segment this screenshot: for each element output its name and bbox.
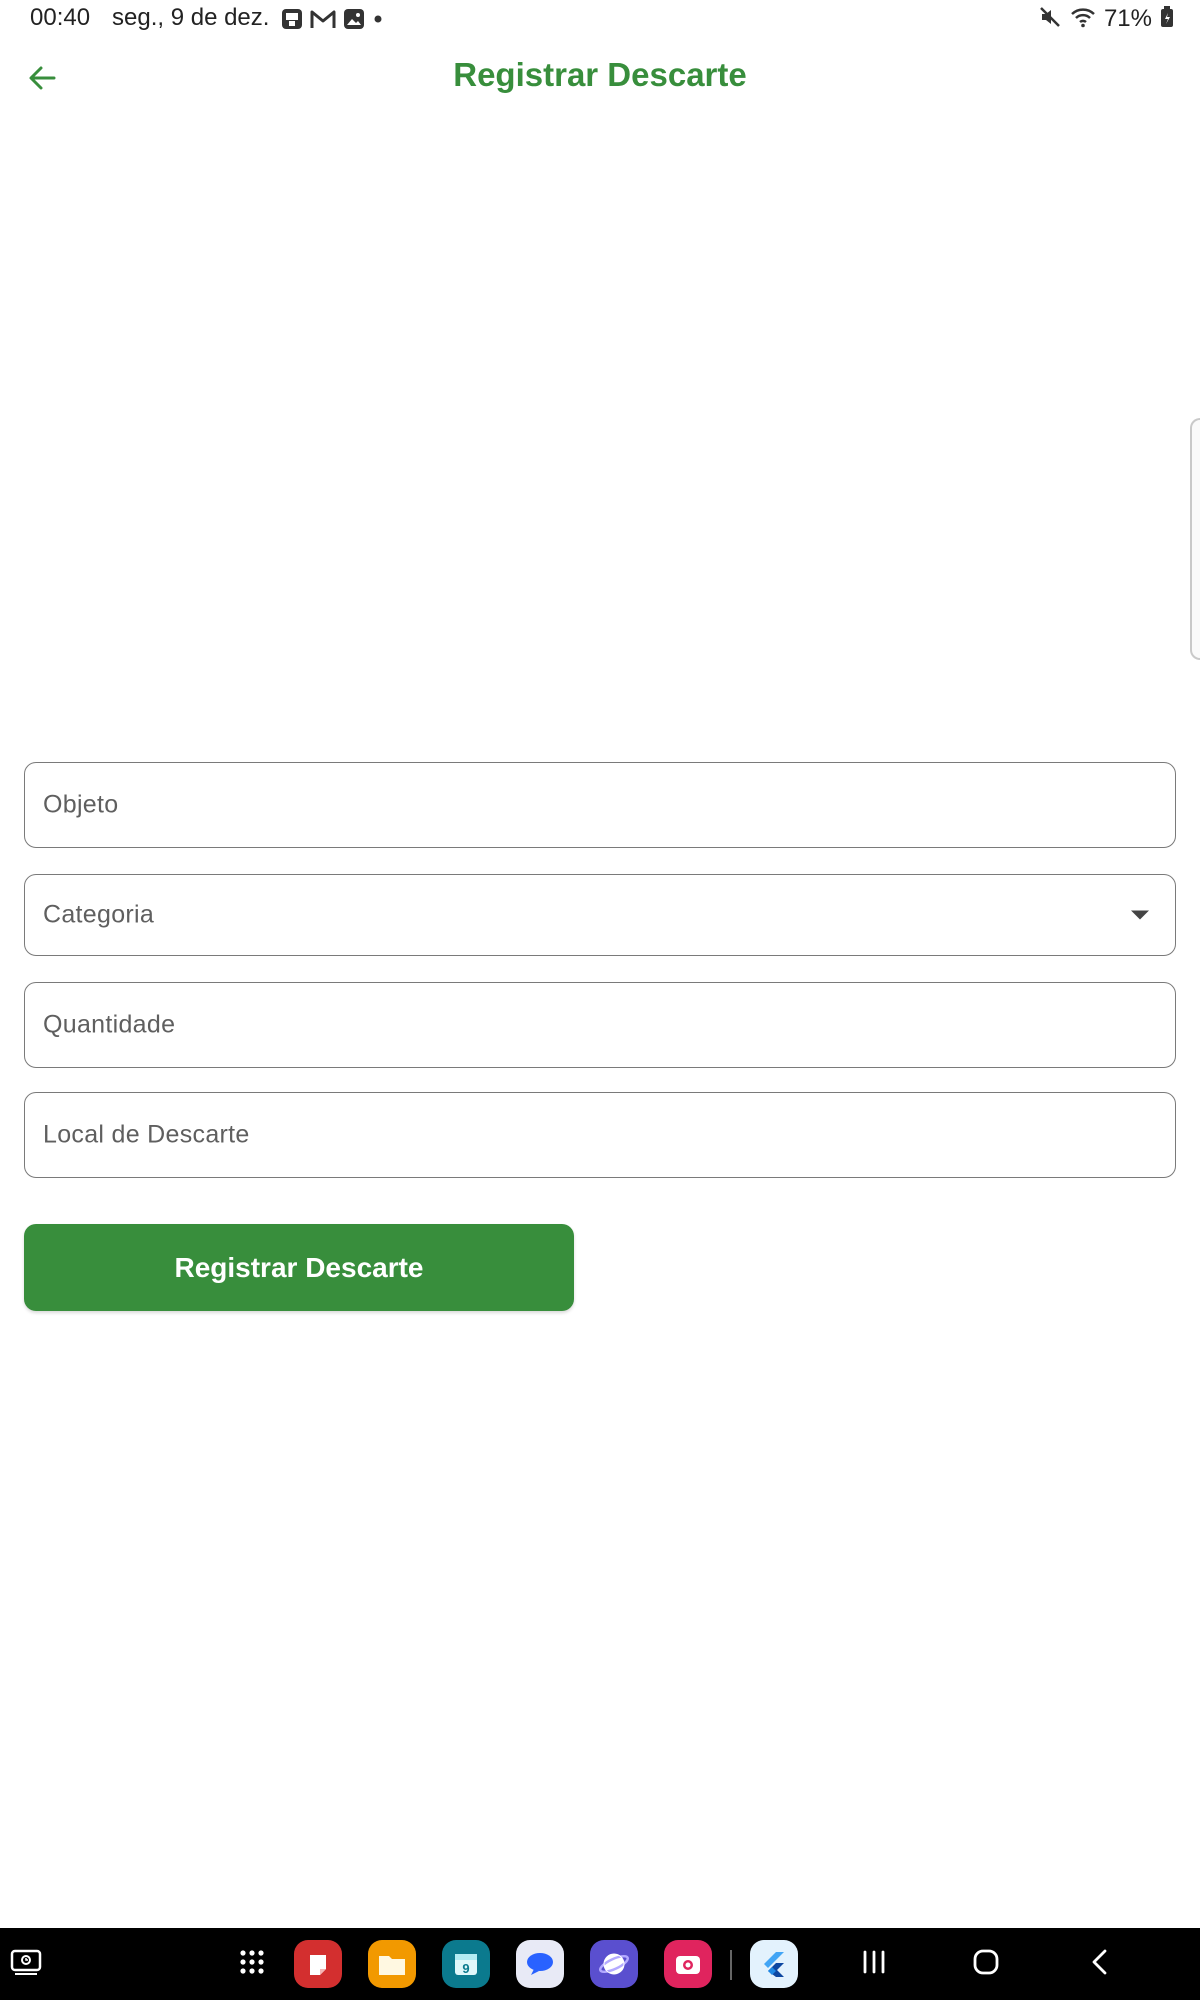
battery-icon bbox=[1160, 5, 1174, 33]
wifi-icon bbox=[1070, 6, 1096, 33]
flutter-app-button[interactable] bbox=[750, 1940, 798, 1988]
nav-divider bbox=[730, 1950, 732, 1980]
notification-icons bbox=[280, 6, 384, 32]
local-descarte-placeholder: Local de Descarte bbox=[43, 1120, 250, 1149]
messages-app-button[interactable] bbox=[516, 1940, 564, 1988]
messages-app-icon bbox=[516, 1940, 564, 1988]
registrar-descarte-button[interactable]: Registrar Descarte bbox=[24, 1224, 574, 1311]
calendar-app-button[interactable]: 9 bbox=[442, 1940, 490, 1988]
files-app-button[interactable] bbox=[368, 1940, 416, 1988]
chevron-left-icon bbox=[1088, 1948, 1112, 1981]
more-dot-icon bbox=[372, 13, 384, 25]
status-bar: 00:40 seg., 9 de dez. 71% bbox=[0, 0, 1200, 40]
camera-app-button[interactable] bbox=[664, 1940, 712, 1988]
status-time: 00:40 bbox=[30, 4, 91, 31]
photo-store-icon bbox=[280, 7, 304, 31]
svg-text:9: 9 bbox=[462, 1961, 469, 1976]
flutter-app-icon bbox=[750, 1940, 798, 1988]
mute-icon bbox=[1038, 5, 1062, 34]
screen-capture-icon bbox=[10, 1948, 42, 1981]
camera-app-icon bbox=[664, 1940, 712, 1988]
app-drawer-icon bbox=[237, 1947, 267, 1982]
calendar-app-icon: 9 bbox=[442, 1940, 490, 1988]
quantidade-placeholder: Quantidade bbox=[43, 1010, 176, 1039]
files-app-icon bbox=[368, 1940, 416, 1988]
quantidade-field[interactable]: Quantidade bbox=[24, 982, 1176, 1068]
categoria-placeholder: Categoria bbox=[43, 900, 155, 929]
system-status: 71% bbox=[1038, 4, 1174, 34]
internet-app-icon bbox=[590, 1940, 638, 1988]
gmail-icon bbox=[310, 8, 336, 30]
system-back-button[interactable] bbox=[1076, 1940, 1124, 1988]
categoria-dropdown[interactable]: Categoria bbox=[24, 874, 1176, 956]
local-descarte-field[interactable]: Local de Descarte bbox=[24, 1092, 1176, 1178]
recents-button[interactable] bbox=[850, 1940, 898, 1988]
recents-icon bbox=[860, 1949, 888, 1980]
notes-app-button[interactable] bbox=[294, 1940, 342, 1988]
gallery-icon bbox=[342, 7, 366, 31]
notes-app-icon bbox=[294, 1940, 342, 1988]
navigation-bar: 9 bbox=[0, 1928, 1200, 2000]
edge-panel-handle[interactable] bbox=[1190, 418, 1200, 660]
internet-app-button[interactable] bbox=[590, 1940, 638, 1988]
objeto-placeholder: Objeto bbox=[43, 790, 119, 819]
app-drawer-button[interactable] bbox=[228, 1940, 276, 1988]
screen-capture-button[interactable] bbox=[2, 1940, 50, 1988]
home-icon bbox=[972, 1948, 1000, 1981]
app-bar: Registrar Descarte bbox=[0, 40, 1200, 116]
home-button[interactable] bbox=[962, 1940, 1010, 1988]
page-title: Registrar Descarte bbox=[453, 56, 747, 93]
objeto-field[interactable]: Objeto bbox=[24, 762, 1176, 848]
battery-percent: 71% bbox=[1103, 5, 1152, 32]
status-date: seg., 9 de dez. bbox=[112, 4, 270, 31]
dropdown-arrow-icon bbox=[1131, 910, 1149, 920]
